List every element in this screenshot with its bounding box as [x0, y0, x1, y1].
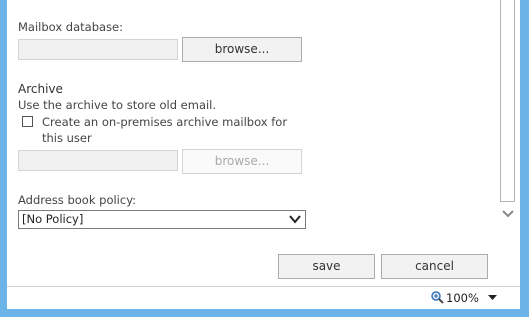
archive-checkbox-label-line1: Create an on-premises archive mailbox fo…	[42, 115, 288, 129]
vertical-scrollbar[interactable]	[497, 0, 519, 230]
dialog-content: Mailbox database: browse... Archive Use …	[7, 0, 497, 286]
mailbox-database-field	[18, 39, 178, 60]
mailbox-database-browse-button[interactable]: browse...	[182, 37, 302, 62]
chevron-down-icon	[289, 215, 301, 224]
archive-heading: Archive	[18, 82, 63, 96]
save-button[interactable]: save	[278, 254, 375, 279]
address-book-policy-value: [No Policy]	[22, 212, 84, 226]
scrollbar-thumb[interactable]	[500, 0, 515, 202]
archive-checkbox-label-line2: this user	[42, 131, 92, 145]
dialog-window: Mailbox database: browse... Archive Use …	[7, 0, 520, 309]
magnifier-icon	[431, 291, 444, 304]
status-bar: 100%	[7, 287, 520, 309]
address-book-policy-select[interactable]: [No Policy]	[18, 210, 306, 229]
archive-checkbox[interactable]	[22, 116, 33, 127]
address-book-policy-label: Address book policy:	[18, 193, 137, 207]
zoom-dropdown-icon[interactable]	[488, 295, 497, 301]
scroll-down-icon[interactable]	[501, 209, 515, 219]
archive-browse-button: browse...	[182, 149, 302, 174]
zoom-level: 100%	[446, 291, 479, 305]
cancel-button[interactable]: cancel	[381, 254, 488, 279]
archive-description: Use the archive to store old email.	[18, 98, 217, 112]
mailbox-database-label: Mailbox database:	[18, 20, 123, 34]
archive-database-field	[18, 150, 178, 171]
